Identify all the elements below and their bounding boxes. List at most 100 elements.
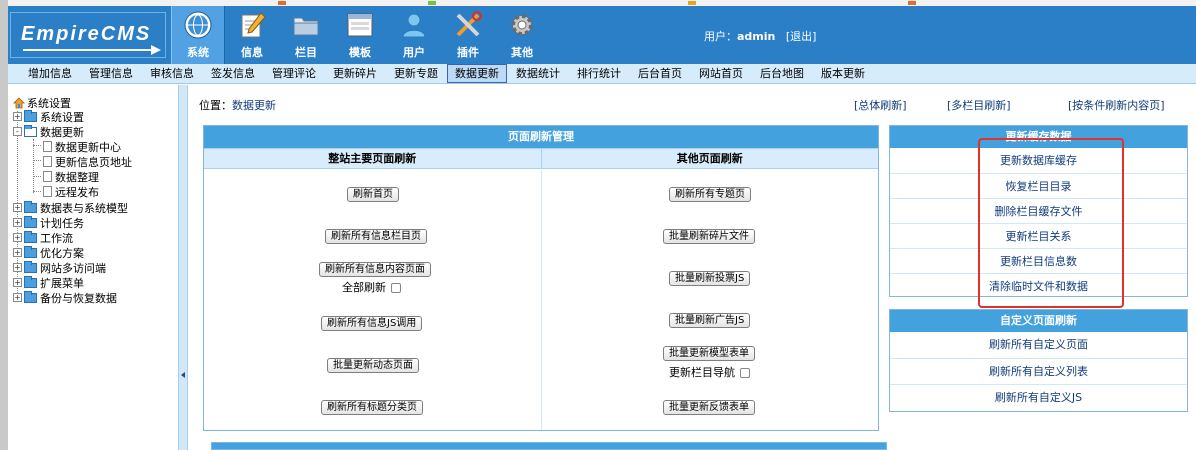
tree-item-label: 计划任务 [40, 216, 84, 230]
batch-refresh-vote-js-button[interactable]: 批量刷新投票JS [669, 271, 751, 286]
sub-nav-update-topics[interactable]: 更新专题 [386, 64, 446, 83]
tree-item-extend-menu[interactable]: + 扩展菜单 [13, 275, 84, 290]
main-nav-user[interactable]: 用户 [387, 6, 441, 64]
folder-icon [24, 109, 37, 122]
sub-nav-admin-home[interactable]: 后台首页 [630, 64, 690, 83]
expand-icon[interactable]: + [13, 293, 22, 302]
tree-item-label: 扩展菜单 [40, 276, 84, 290]
tree-item-update-info-url[interactable]: 更新信息页地址 [43, 154, 132, 169]
sub-nav-manage-info[interactable]: 管理信息 [81, 64, 141, 83]
refresh-all-check-label[interactable]: 全部刷新 [342, 279, 401, 295]
main-nav: 系统 信息 栏目 模板 用户 插件 其他 [171, 6, 549, 64]
tree-item-label: 更新信息页地址 [55, 155, 132, 169]
batch-update-feedback-form-button[interactable]: 批量更新反馈表单 [663, 400, 755, 415]
left-column-header: 整站主要页面刷新 [204, 149, 542, 168]
main-nav-column[interactable]: 栏目 [279, 6, 333, 64]
folder-icon [24, 200, 37, 213]
breadcrumb: 位置：数据更新 [199, 97, 276, 113]
tree-item-label: 工作流 [40, 231, 73, 245]
sub-nav-review-info[interactable]: 审核信息 [142, 64, 202, 83]
breadcrumb-link[interactable]: 数据更新 [232, 99, 276, 112]
expand-icon[interactable]: + [13, 233, 22, 242]
update-column-nav-checkbox[interactable] [740, 368, 750, 378]
empirecms-logo[interactable]: EmpireCMS [10, 12, 166, 58]
collapse-icon[interactable]: - [13, 127, 22, 136]
expand-icon[interactable]: + [13, 218, 22, 227]
sub-nav-rank-stats[interactable]: 排行统计 [569, 64, 629, 83]
content-area: EmpireCMS 系统 信息 栏目 模板 用户 插件 其他 用户：admin … [8, 0, 1196, 450]
expand-icon[interactable]: + [13, 112, 22, 121]
expand-icon[interactable]: + [13, 263, 22, 272]
refresh-home-button[interactable]: 刷新首页 [347, 187, 399, 202]
tree-guide-line [33, 139, 34, 193]
tree-item-system-settings[interactable]: + 系统设置 [13, 109, 84, 124]
main-nav-label: 用户 [403, 46, 425, 59]
refresh-title-category-button[interactable]: 刷新所有标题分类页 [321, 400, 423, 415]
sub-nav-manage-comments[interactable]: 管理评论 [264, 64, 324, 83]
logout-link[interactable]: [退出] [786, 30, 817, 43]
update-column-nav-check-label[interactable]: 更新栏目导航 [669, 364, 750, 380]
sub-nav-add-info[interactable]: 增加信息 [20, 64, 80, 83]
sub-nav-data-update[interactable]: 数据更新 [447, 64, 507, 83]
tree-item-workflow[interactable]: + 工作流 [13, 230, 73, 245]
main-nav-other[interactable]: 其他 [495, 6, 549, 64]
overall-refresh-link[interactable]: [总体刷新] [854, 97, 907, 113]
sub-nav-sign-info[interactable]: 签发信息 [203, 64, 263, 83]
tree-item-remote-publish[interactable]: 远程发布 [43, 184, 99, 199]
tree-item-backup-restore[interactable]: + 备份与恢复数据 [13, 290, 117, 305]
refresh-custom-js-link[interactable]: 刷新所有自定义JS [890, 384, 1187, 410]
sidebar-toggle-bar[interactable] [178, 85, 188, 450]
refresh-custom-lists-link[interactable]: 刷新所有自定义列表 [890, 358, 1187, 384]
main-nav-info[interactable]: 信息 [225, 6, 279, 64]
batch-refresh-fragments-button[interactable]: 批量刷新碎片文件 [663, 229, 755, 244]
top-header: EmpireCMS 系统 信息 栏目 模板 用户 插件 其他 用户：admin … [8, 6, 1196, 64]
refresh-all-js-button[interactable]: 刷新所有信息JS调用 [321, 316, 423, 331]
sub-nav-update-fragments[interactable]: 更新碎片 [325, 64, 385, 83]
panel-column-headers: 整站主要页面刷新 其他页面刷新 [204, 148, 878, 169]
tree-item-label: 系统设置 [40, 110, 84, 124]
tree-item-data-organize[interactable]: 数据整理 [43, 169, 99, 184]
tree-guide-line [33, 145, 41, 146]
main-nav-system[interactable]: 系统 [171, 6, 225, 64]
tree-guide-line [33, 160, 41, 161]
sub-nav-version-update[interactable]: 版本更新 [813, 64, 873, 83]
main-nav-template[interactable]: 模板 [333, 6, 387, 64]
tree-item-multi-access[interactable]: + 网站多访问端 [13, 260, 106, 275]
folder-icon [24, 260, 37, 273]
sub-nav-admin-map[interactable]: 后台地图 [752, 64, 812, 83]
batch-refresh-ad-js-button[interactable]: 批量刷新广告JS [669, 313, 751, 328]
sub-nav-site-home[interactable]: 网站首页 [691, 64, 751, 83]
tree-item-optimization[interactable]: + 优化方案 [13, 245, 84, 260]
refresh-all-column-pages-button[interactable]: 刷新所有信息栏目页 [325, 229, 427, 244]
tree-item-label: 数据表与系统模型 [40, 201, 128, 215]
expand-icon[interactable]: + [13, 248, 22, 257]
conditional-refresh-link[interactable]: [按条件刷新内容页] [1068, 97, 1165, 113]
tree-item-data-tables-models[interactable]: + 数据表与系统模型 [13, 200, 128, 215]
refresh-all-topics-button[interactable]: 刷新所有专题页 [669, 187, 751, 202]
clipped-icon [278, 1, 286, 5]
highlight-annotation-box [978, 138, 1124, 308]
user-icon [402, 13, 426, 38]
expand-icon[interactable]: + [13, 203, 22, 212]
window-left-edge [0, 0, 8, 450]
expand-icon[interactable]: + [13, 278, 22, 287]
document-icon [43, 171, 52, 182]
collapse-arrow-icon[interactable] [181, 372, 185, 378]
checkbox-label: 更新栏目导航 [669, 366, 735, 379]
tree-guide-line [33, 191, 41, 192]
tree-item-scheduled-tasks[interactable]: + 计划任务 [13, 215, 84, 230]
sub-nav-data-stats[interactable]: 数据统计 [508, 64, 568, 83]
refresh-all-checkbox[interactable] [391, 283, 401, 293]
tree-item-data-update[interactable]: - 数据更新 [13, 124, 84, 139]
logo-text: EmpireCMS [21, 23, 152, 45]
tree-item-label: 数据整理 [55, 170, 99, 184]
refresh-custom-pages-link[interactable]: 刷新所有自定义页面 [890, 332, 1187, 358]
multi-column-refresh-link[interactable]: [多栏目刷新] [947, 97, 1011, 113]
refresh-all-content-pages-button[interactable]: 刷新所有信息内容页面 [319, 262, 431, 277]
main-nav-label: 栏目 [295, 46, 317, 59]
tree-item-label: 网站多访问端 [40, 261, 106, 275]
batch-update-model-form-button[interactable]: 批量更新模型表单 [663, 346, 755, 361]
tree-item-data-update-center[interactable]: 数据更新中心 [43, 139, 121, 154]
batch-update-dynamic-button[interactable]: 批量更新动态页面 [327, 358, 419, 373]
main-nav-plugin[interactable]: 插件 [441, 6, 495, 64]
